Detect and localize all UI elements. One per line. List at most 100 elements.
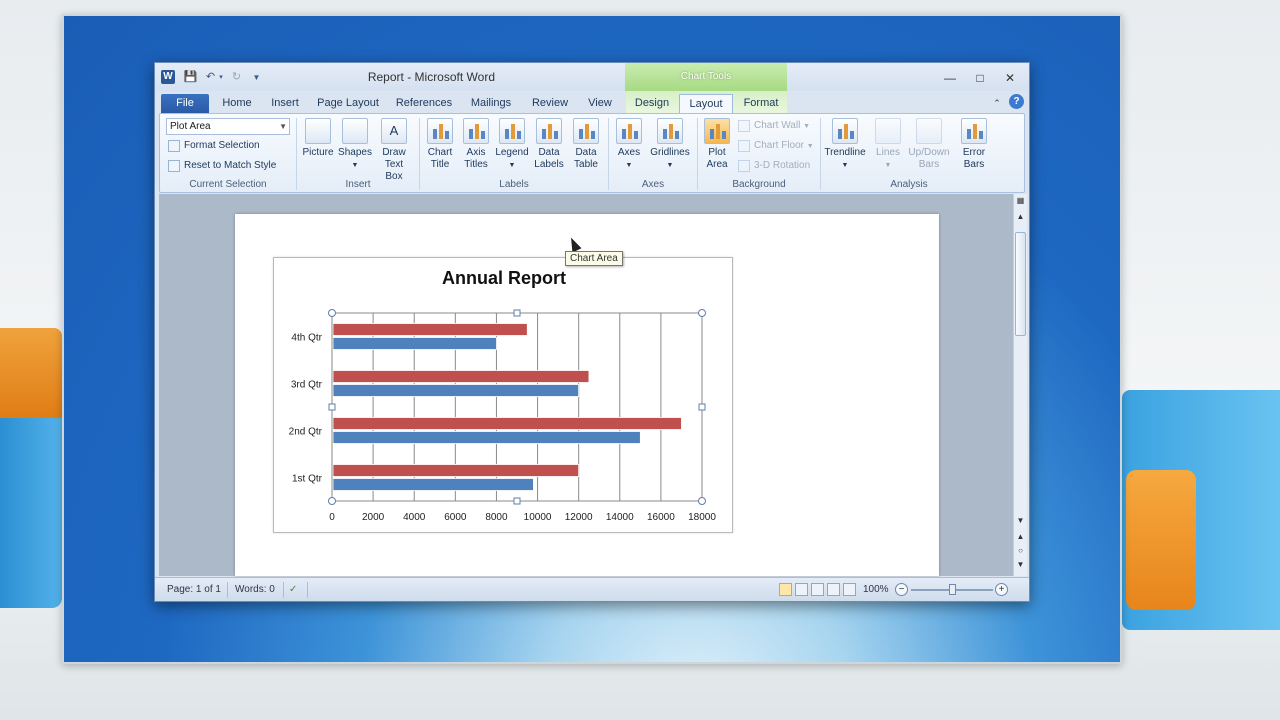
tab-format[interactable]: Format [739, 94, 783, 113]
tab-view[interactable]: View [583, 94, 617, 113]
format-selection-label: Format Selection [184, 140, 260, 151]
scroll-thumb[interactable] [1015, 232, 1026, 336]
chart-plot-svg[interactable]: 0 2000 4000 6000 8000 10000 12000 14000 16000 180… [274, 258, 734, 534]
3d-rotation-button[interactable]: 3-D Rotation [736, 158, 810, 174]
tab-file[interactable]: File [161, 94, 209, 113]
axis-titles-label: Axis Titles [464, 147, 488, 170]
bar [332, 370, 590, 383]
ribbon-layout: Plot Area ▼ Format Selection Reset to Ma… [159, 113, 1025, 193]
trendline-button[interactable]: Trendline ▼ [822, 118, 868, 172]
group-label-analysis: Analysis [890, 179, 928, 190]
chart-floor-button[interactable]: Chart Floor ▼ [736, 138, 814, 154]
zoom-slider-thumb[interactable] [949, 584, 956, 595]
plot-area-button[interactable]: Plot Area [700, 118, 734, 171]
bar [332, 337, 497, 350]
outline-view-icon[interactable] [827, 583, 840, 596]
page-count[interactable]: Page: 1 of 1 [167, 583, 221, 597]
y-category-label: 3rd Qtr [291, 380, 323, 391]
tab-mailings[interactable]: Mailings [465, 94, 517, 113]
gridlines-button[interactable]: Gridlines ▼ [648, 118, 692, 172]
x-tick-label: 14000 [606, 512, 634, 523]
status-separator [227, 582, 228, 598]
word-count[interactable]: Words: 0 [235, 583, 275, 597]
x-tick-label: 16000 [647, 512, 675, 523]
chart-floor-icon [738, 140, 750, 152]
tab-layout[interactable]: Layout [679, 94, 733, 113]
draw-text-box-button[interactable]: A Draw Text Box [374, 118, 414, 183]
bar [332, 431, 641, 444]
maximize-icon[interactable]: □ [967, 69, 993, 87]
draft-view-icon[interactable] [843, 583, 856, 596]
error-bars-button[interactable]: Error Bars [954, 118, 994, 171]
shapes-icon [342, 118, 368, 144]
error-bars-icon [961, 118, 987, 144]
status-separator [307, 582, 308, 598]
legend-button[interactable]: Legend ▼ [494, 118, 530, 172]
minimize-ribbon-icon[interactable]: ⌃ [989, 94, 1005, 113]
close-icon[interactable]: ✕ [997, 69, 1023, 87]
up-down-bars-icon [916, 118, 942, 144]
previous-page-icon[interactable]: ▲ [1014, 532, 1027, 541]
chart-wall-label: Chart Wall [754, 120, 801, 131]
up-down-bars-button[interactable]: Up/Down Bars [906, 118, 952, 171]
bar [332, 417, 682, 430]
ruler-toggle-icon[interactable]: ▦ [1014, 196, 1027, 205]
plot-area-label: Plot Area [706, 147, 728, 170]
x-tick-label: 6000 [444, 512, 467, 523]
lines-icon [875, 118, 901, 144]
tab-insert[interactable]: Insert [265, 94, 305, 113]
data-labels-button[interactable]: Data Labels [530, 118, 568, 171]
vertical-scrollbar[interactable]: ▦ ▲ ▼ ▲ ○ ▼ [1013, 194, 1027, 576]
zoom-level[interactable]: 100% [863, 583, 889, 597]
print-layout-view-icon[interactable] [779, 583, 792, 596]
format-selection-button[interactable]: Format Selection [166, 138, 260, 154]
scroll-up-icon[interactable]: ▲ [1014, 212, 1027, 221]
lines-label: Lines [876, 147, 900, 158]
minimize-icon[interactable]: — [937, 69, 963, 87]
select-browse-object-icon[interactable]: ○ [1014, 546, 1027, 555]
tab-home[interactable]: Home [217, 94, 257, 113]
x-tick-label: 4000 [403, 512, 426, 523]
next-page-icon[interactable]: ▼ [1014, 560, 1027, 569]
axis-titles-button[interactable]: Axis Titles [458, 118, 494, 171]
lines-button[interactable]: Lines ▼ [870, 118, 906, 172]
tab-review[interactable]: Review [529, 94, 571, 113]
x-tick-label: 18000 [688, 512, 716, 523]
error-bars-label: Error Bars [962, 147, 986, 170]
trendline-icon [832, 118, 858, 144]
zoom-out-icon[interactable]: − [895, 583, 908, 596]
tab-references[interactable]: References [393, 94, 455, 113]
selection-handle [513, 309, 521, 317]
y-category-label: 4th Qtr [291, 333, 322, 344]
gridlines-icon [657, 118, 683, 144]
data-table-label: Data Table [574, 147, 598, 170]
axis-titles-icon [463, 118, 489, 144]
chart-wall-icon [738, 120, 750, 132]
proofing-icon[interactable]: ✓ [289, 583, 297, 597]
chart-area[interactable]: Annual Report 0 2000 4000 6000 8000 10000 1200… [273, 257, 733, 533]
text-box-icon: A [381, 118, 407, 144]
web-layout-view-icon[interactable] [811, 583, 824, 596]
data-table-button[interactable]: Data Table [568, 118, 604, 171]
tab-design[interactable]: Design [629, 94, 675, 113]
chart-title-button[interactable]: Chart Title [422, 118, 458, 171]
shapes-button[interactable]: Shapes ▼ [336, 118, 374, 172]
reset-to-match-style-button[interactable]: Reset to Match Style [166, 158, 276, 174]
axes-icon [616, 118, 642, 144]
full-screen-reading-view-icon[interactable] [795, 583, 808, 596]
chart-elements-dropdown[interactable]: Plot Area ▼ [166, 118, 290, 135]
status-bar: Page: 1 of 1 Words: 0 ✓ 100% − + [155, 577, 1029, 601]
chart-tools-context-tab: Chart Tools [625, 63, 787, 91]
picture-button[interactable]: Picture [300, 118, 336, 159]
help-icon[interactable]: ? [1009, 94, 1024, 109]
tab-page-layout[interactable]: Page Layout [315, 94, 381, 113]
scroll-down-icon[interactable]: ▼ [1014, 516, 1027, 525]
format-selection-icon [168, 140, 180, 152]
chart-wall-button[interactable]: Chart Wall ▼ [736, 118, 810, 134]
chart-title-icon [427, 118, 453, 144]
word-window: W 💾 ↶ ▾ ↻ ▼ Chart Tools Report - Microso… [154, 62, 1030, 602]
group-label-insert: Insert [345, 179, 371, 190]
selection-handle [328, 403, 336, 411]
zoom-in-icon[interactable]: + [995, 583, 1008, 596]
axes-button[interactable]: Axes ▼ [610, 118, 648, 172]
